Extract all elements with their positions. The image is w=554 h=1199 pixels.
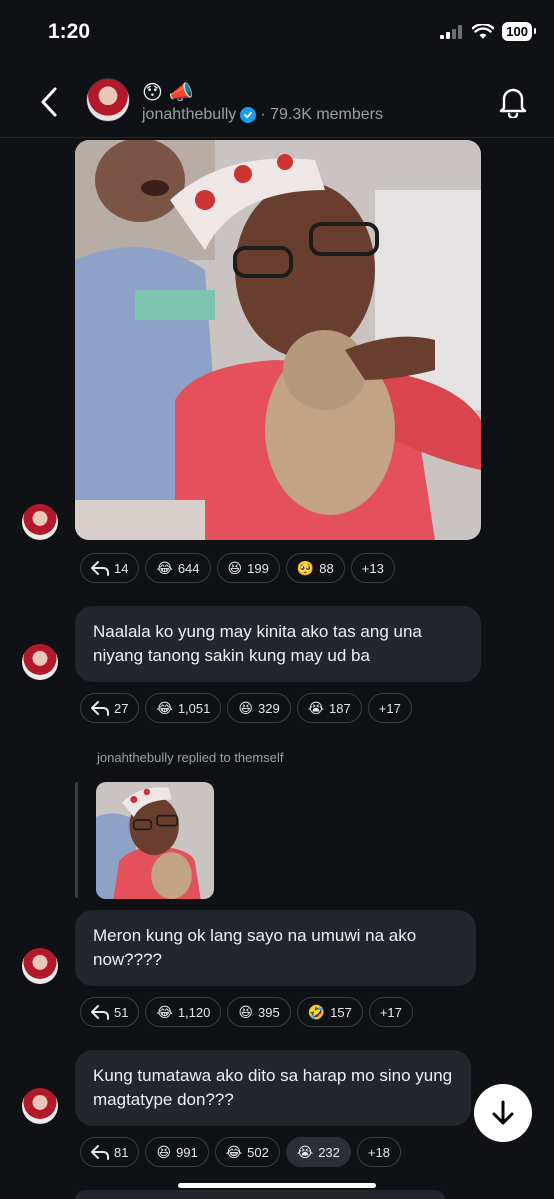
reaction-chip[interactable]: 🤣 157 <box>296 997 363 1027</box>
reaction-count: 644 <box>177 560 200 576</box>
message-text: Naalala ko yung may kinita ako tas ang u… <box>93 622 422 665</box>
author-avatar[interactable] <box>22 644 58 680</box>
reaction-count: 232 <box>318 1144 340 1160</box>
reply-count: 81 <box>114 1144 129 1160</box>
emoji-icon: 😆 <box>227 559 243 576</box>
reply-button[interactable]: 14 <box>80 553 140 583</box>
more-reactions-chip[interactable]: +18 <box>356 1137 401 1167</box>
emoji-icon: 😆 <box>238 699 253 716</box>
message-bubble[interactable]: Naalala ko yung may kinita ako tas ang u… <box>75 606 481 682</box>
reply-count: 51 <box>114 1004 129 1020</box>
reaction-count: 187 <box>329 700 351 716</box>
reaction-count: 991 <box>176 1144 198 1160</box>
reaction-chip[interactable]: 😂 1,120 <box>145 997 222 1027</box>
battery-indicator: 100 <box>502 22 536 41</box>
author-avatar[interactable] <box>22 948 58 984</box>
reply-count: 27 <box>114 700 129 716</box>
reply-quote-bar <box>75 782 78 898</box>
reply-icon <box>91 1145 109 1160</box>
arrow-down-icon <box>492 1100 514 1125</box>
reaction-chip[interactable]: 😆 329 <box>227 693 291 723</box>
reply-button[interactable]: 27 <box>80 693 140 723</box>
emoji-icon: 😂 <box>225 1143 243 1160</box>
reaction-count: 199 <box>247 560 269 576</box>
chevron-left-icon <box>41 87 57 117</box>
emoji-icon: 😭 <box>307 699 325 716</box>
notifications-button[interactable] <box>498 84 528 120</box>
more-reactions-chip[interactable]: +13 <box>350 553 395 583</box>
reaction-bar: 14 😂 644 😆 199 🥺 88 +13 <box>80 553 395 583</box>
reaction-count: 1,120 <box>177 1004 211 1020</box>
bell-icon <box>499 88 527 120</box>
reaction-count: 395 <box>257 1004 280 1020</box>
more-reactions-count: +17 <box>379 1004 402 1020</box>
reply-icon <box>91 1005 109 1020</box>
emoji-icon: 🤣 <box>307 1003 326 1020</box>
channel-name-emojis[interactable]: 😯📣 <box>142 80 200 105</box>
author-avatar[interactable] <box>22 504 58 540</box>
reaction-chip[interactable]: 😂 1,051 <box>145 693 222 723</box>
post-image-meme[interactable] <box>75 140 481 540</box>
emoji-icon: 😂 <box>156 559 173 576</box>
emoji-icon: 😭 <box>296 1143 314 1160</box>
back-button[interactable] <box>32 82 66 122</box>
reaction-chip[interactable]: 😭 187 <box>296 693 362 723</box>
emoji-icon: 🥺 <box>296 559 315 576</box>
signal-icon <box>440 24 463 39</box>
reaction-chip[interactable]: 😆 395 <box>227 997 291 1027</box>
reaction-bar: 27 😂 1,051 😆 329 😭 187 +17 <box>80 693 412 723</box>
more-reactions-count: +13 <box>361 560 384 576</box>
reaction-count: 157 <box>330 1004 352 1020</box>
reaction-chip-selected[interactable]: 😭 232 <box>285 1137 351 1167</box>
reaction-count: 502 <box>247 1144 269 1160</box>
author-avatar[interactable] <box>22 1088 58 1124</box>
emoji-icon: 😆 <box>156 1143 172 1160</box>
reaction-count: 88 <box>319 560 334 576</box>
reply-context-label: jonahthebully replied to themself <box>97 750 284 765</box>
message-bubble[interactable]: Meron kung ok lang sayo na umuwi na ako … <box>75 910 476 986</box>
verified-badge-icon <box>240 107 257 123</box>
reaction-chip[interactable]: 😂 644 <box>145 553 211 583</box>
channel-avatar[interactable] <box>86 78 130 122</box>
member-count: · 79.3K members <box>260 106 384 123</box>
reply-icon <box>91 561 109 576</box>
reply-button[interactable]: 51 <box>80 997 140 1027</box>
wifi-icon <box>472 23 495 39</box>
reply-button[interactable]: 81 <box>80 1137 140 1167</box>
next-message-bubble <box>75 1190 445 1199</box>
reaction-bar: 51 😂 1,120 😆 395 🤣 157 +17 <box>80 997 413 1027</box>
message-text: Kung tumatawa ako dito sa harap mo sino … <box>93 1066 453 1109</box>
reaction-count: 1,051 <box>177 700 211 716</box>
scroll-to-bottom-button[interactable] <box>474 1084 532 1142</box>
quoted-image-thumbnail[interactable] <box>96 782 214 899</box>
channel-header: 😯📣 jonahthebully · 79.3K members <box>0 72 554 138</box>
home-indicator[interactable] <box>178 1183 376 1188</box>
emoji-icon: 😆 <box>238 1003 253 1020</box>
channel-username: jonahthebully <box>142 106 237 123</box>
emoji-icon: 😂 <box>156 1003 173 1020</box>
reaction-chip[interactable]: 😆 199 <box>216 553 280 583</box>
channel-meta[interactable]: jonahthebully · 79.3K members <box>142 106 383 124</box>
reaction-chip[interactable]: 😆 991 <box>145 1137 209 1167</box>
more-reactions-chip[interactable]: +17 <box>368 997 413 1027</box>
reaction-chip[interactable]: 🥺 88 <box>285 553 345 583</box>
more-reactions-chip[interactable]: +17 <box>367 693 412 723</box>
more-reactions-count: +18 <box>367 1144 390 1160</box>
reaction-bar: 81 😆 991 😂 502 😭 232 +18 <box>80 1137 401 1167</box>
emoji-icon: 😂 <box>156 699 173 716</box>
message-text: Meron kung ok lang sayo na umuwi na ako … <box>93 926 417 969</box>
status-bar: 1:20 100 <box>0 0 554 64</box>
reply-count: 14 <box>114 560 129 576</box>
reaction-chip[interactable]: 😂 502 <box>214 1137 280 1167</box>
reaction-count: 329 <box>257 700 280 716</box>
reply-icon <box>91 701 109 716</box>
more-reactions-count: +17 <box>378 700 401 716</box>
status-time: 1:20 <box>48 20 91 43</box>
status-icons: 100 <box>440 22 536 41</box>
message-bubble[interactable]: Kung tumatawa ako dito sa harap mo sino … <box>75 1050 471 1126</box>
